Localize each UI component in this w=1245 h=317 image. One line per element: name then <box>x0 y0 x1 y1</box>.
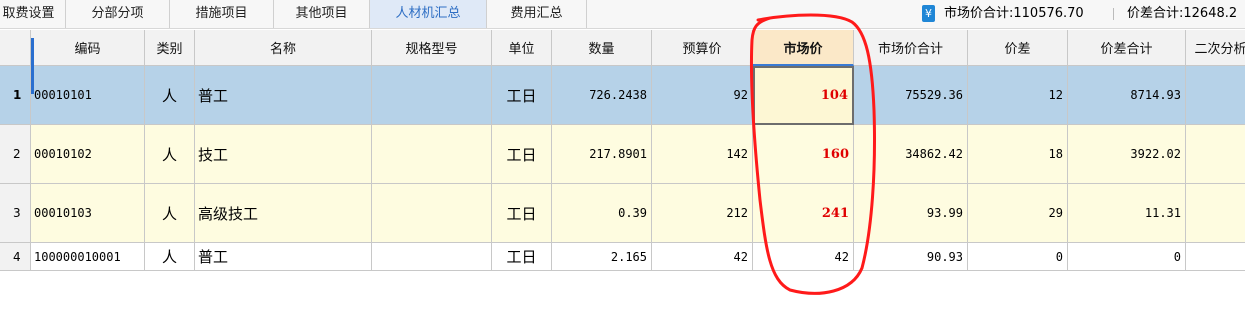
row-number[interactable]: 1 <box>0 66 31 125</box>
cell-market-total[interactable]: 34862.42 <box>854 125 968 184</box>
tab-fee-settings[interactable]: 取费设置 <box>0 0 66 28</box>
cell-code[interactable]: 00010103 <box>31 184 145 243</box>
col-header-quantity[interactable]: 数量 <box>552 30 652 66</box>
cell-type[interactable]: 人 <box>145 243 195 271</box>
cell-market-price[interactable]: 104 <box>753 66 854 125</box>
cell-budget-price[interactable]: 142 <box>652 125 753 184</box>
cell-price-diff[interactable]: 18 <box>968 125 1068 184</box>
tab-bar: 取费设置 分部分项 措施项目 其他项目 人材机汇总 费用汇总 ¥ 市场价合计:1… <box>0 0 1245 29</box>
col-header-budget-price[interactable]: 预算价 <box>652 30 753 66</box>
table-row[interactable]: 4 100000010001 人 普工 工日 2.165 42 42 90.93… <box>0 243 1245 271</box>
cell-type[interactable]: 人 <box>145 125 195 184</box>
cell-diff-total[interactable]: 8714.93 <box>1068 66 1186 125</box>
market-price-total: 市场价合计:110576.70 <box>944 6 1084 21</box>
col-header-name[interactable]: 名称 <box>195 30 372 66</box>
row-number[interactable]: 4 <box>0 243 31 271</box>
tab-sub-items[interactable]: 分部分项 <box>66 0 170 28</box>
cell-code[interactable]: 00010101 <box>31 66 145 125</box>
cell-secondary-analysis[interactable] <box>1186 243 1245 271</box>
col-header-market-total[interactable]: 市场价合计 <box>854 30 968 66</box>
cell-diff-total[interactable]: 3922.02 <box>1068 125 1186 184</box>
cell-name[interactable]: 高级技工 <box>195 184 372 243</box>
cell-secondary-analysis[interactable] <box>1186 184 1245 243</box>
cell-price-diff[interactable]: 0 <box>968 243 1068 271</box>
cell-diff-total[interactable]: 11.31 <box>1068 184 1186 243</box>
selection-indicator <box>31 38 34 94</box>
cell-quantity[interactable]: 726.2438 <box>552 66 652 125</box>
cell-market-total[interactable]: 75529.36 <box>854 66 968 125</box>
cell-quantity[interactable]: 2.165 <box>552 243 652 271</box>
cell-market-price[interactable]: 42 <box>753 243 854 271</box>
cell-code[interactable]: 00010102 <box>31 125 145 184</box>
cell-secondary-analysis[interactable] <box>1186 66 1245 125</box>
table-row[interactable]: 2 00010102 人 技工 工日 217.8901 142 160 3486… <box>0 125 1245 184</box>
cell-market-total[interactable]: 93.99 <box>854 184 968 243</box>
cell-unit[interactable]: 工日 <box>492 125 552 184</box>
row-number[interactable]: 3 <box>0 184 31 243</box>
cell-market-price[interactable]: 160 <box>753 125 854 184</box>
cell-diff-total[interactable]: 0 <box>1068 243 1186 271</box>
grid-header: 编码 类别 名称 规格型号 单位 数量 预算价 市场价 市场价合计 价差 价差合… <box>0 30 1245 66</box>
cell-budget-price[interactable]: 212 <box>652 184 753 243</box>
cell-code[interactable]: 100000010001 <box>31 243 145 271</box>
cell-unit[interactable]: 工日 <box>492 184 552 243</box>
cell-unit[interactable]: 工日 <box>492 243 552 271</box>
cell-price-diff[interactable]: 29 <box>968 184 1068 243</box>
cell-price-diff[interactable]: 12 <box>968 66 1068 125</box>
tab-labor-material-summary[interactable]: 人材机汇总 <box>370 0 487 28</box>
cell-market-total[interactable]: 90.93 <box>854 243 968 271</box>
row-number[interactable]: 2 <box>0 125 31 184</box>
cell-name[interactable]: 普工 <box>195 243 372 271</box>
cell-quantity[interactable]: 217.8901 <box>552 125 652 184</box>
tab-other-items[interactable]: 其他项目 <box>274 0 370 28</box>
tab-measures[interactable]: 措施项目 <box>170 0 274 28</box>
cell-type[interactable]: 人 <box>145 66 195 125</box>
price-diff-total: 价差合计:12648.2 <box>1127 6 1238 21</box>
cell-quantity[interactable]: 0.39 <box>552 184 652 243</box>
cell-budget-price[interactable]: 92 <box>652 66 753 125</box>
table-row[interactable]: 3 00010103 人 高级技工 工日 0.39 212 241 93.99 … <box>0 184 1245 243</box>
col-header-price-diff[interactable]: 价差 <box>968 30 1068 66</box>
col-header-spec[interactable]: 规格型号 <box>372 30 492 66</box>
divider <box>1113 8 1114 20</box>
cell-name[interactable]: 普工 <box>195 66 372 125</box>
cell-spec[interactable] <box>372 243 492 271</box>
cell-type[interactable]: 人 <box>145 184 195 243</box>
cell-spec[interactable] <box>372 184 492 243</box>
cell-spec[interactable] <box>372 66 492 125</box>
tab-cost-summary[interactable]: 费用汇总 <box>487 0 587 28</box>
cell-budget-price[interactable]: 42 <box>652 243 753 271</box>
table-row[interactable]: 1 00010101 人 普工 工日 726.2438 92 104 75529… <box>0 66 1245 125</box>
col-header-secondary-analysis[interactable]: 二次分析 <box>1186 30 1245 66</box>
cell-spec[interactable] <box>372 125 492 184</box>
cell-unit[interactable]: 工日 <box>492 66 552 125</box>
cell-market-price[interactable]: 241 <box>753 184 854 243</box>
cell-name[interactable]: 技工 <box>195 125 372 184</box>
col-header-type[interactable]: 类别 <box>145 30 195 66</box>
header-corner <box>0 30 31 66</box>
col-header-unit[interactable]: 单位 <box>492 30 552 66</box>
col-header-diff-total[interactable]: 价差合计 <box>1068 30 1186 66</box>
cell-secondary-analysis[interactable] <box>1186 125 1245 184</box>
col-header-market-price[interactable]: 市场价 <box>753 30 854 66</box>
col-header-code[interactable]: 编码 <box>31 30 145 66</box>
yen-icon: ¥ <box>922 5 935 22</box>
